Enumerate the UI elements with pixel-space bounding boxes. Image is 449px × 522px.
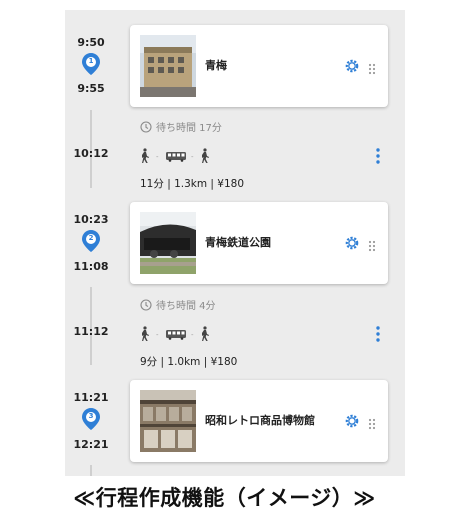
- location-pin-icon: 3: [82, 408, 100, 430]
- transport-modes: - -: [140, 148, 220, 164]
- more-options-icon[interactable]: [375, 147, 381, 165]
- stop-card[interactable]: 青梅鉄道公園: [130, 202, 388, 284]
- bus-icon: [166, 330, 186, 340]
- stop-name: 青梅鉄道公園: [205, 236, 271, 249]
- svg-text:-: -: [156, 153, 159, 161]
- stop-name: 青梅: [205, 59, 227, 72]
- wait-time: 待ち時間 17分: [140, 119, 222, 136]
- departure-time: 12:21: [73, 438, 109, 451]
- location-pin-icon: 1: [82, 53, 100, 75]
- caption: ≪行程作成機能（イメージ）≫: [73, 486, 376, 510]
- svg-text:-: -: [191, 153, 194, 161]
- departure-time: 9:55: [77, 82, 105, 95]
- timeline-connector: [90, 465, 92, 476]
- station-photo: [140, 35, 196, 97]
- gear-icon[interactable]: [344, 235, 360, 251]
- svg-text:-: -: [156, 331, 159, 339]
- gear-icon[interactable]: [344, 413, 360, 429]
- stop-number: 2: [88, 234, 94, 242]
- svg-text:-: -: [191, 331, 194, 339]
- route-summary: 11分 | 1.3km | ¥180: [140, 178, 245, 190]
- drag-handle-icon[interactable]: [368, 415, 376, 430]
- transit-depart-time: 10:12: [73, 147, 109, 160]
- walk-icon: [142, 148, 149, 163]
- park-photo: [140, 212, 196, 274]
- arrival-time: 11:21: [73, 391, 109, 404]
- route-summary: 9分 | 1.0km | ¥180: [140, 356, 238, 368]
- walk-icon: [142, 326, 149, 341]
- wait-label: 待ち時間 4分: [156, 301, 216, 312]
- drag-handle-icon[interactable]: [368, 60, 376, 75]
- gear-icon[interactable]: [344, 58, 360, 74]
- arrival-time: 9:50: [77, 36, 105, 49]
- transit-depart-time: 11:12: [73, 325, 109, 338]
- stop-number: 1: [88, 57, 94, 65]
- departure-time: 11:08: [73, 260, 109, 273]
- clock-icon: [140, 120, 152, 136]
- stop-name: 昭和レトロ商品博物館: [205, 414, 315, 427]
- stop-card[interactable]: 昭和レトロ商品博物館: [130, 380, 388, 462]
- clock-icon: [140, 298, 152, 314]
- wait-time: 待ち時間 4分: [140, 297, 216, 314]
- wait-label: 待ち時間 17分: [156, 123, 222, 134]
- stop-number: 3: [88, 412, 94, 420]
- bus-icon: [166, 152, 186, 162]
- transport-modes: - -: [140, 326, 220, 342]
- location-pin-icon: 2: [82, 230, 100, 252]
- itinerary-panel: 9:50 1 9:55 青梅 待ち時間 17分 10:12 - - 11分 | …: [65, 10, 405, 476]
- walk-icon: [202, 326, 209, 341]
- arrival-time: 10:23: [73, 213, 109, 226]
- more-options-icon[interactable]: [375, 325, 381, 343]
- walk-icon: [202, 148, 209, 163]
- stop-card[interactable]: 青梅: [130, 25, 388, 107]
- museum-photo: [140, 390, 196, 452]
- drag-handle-icon[interactable]: [368, 237, 376, 252]
